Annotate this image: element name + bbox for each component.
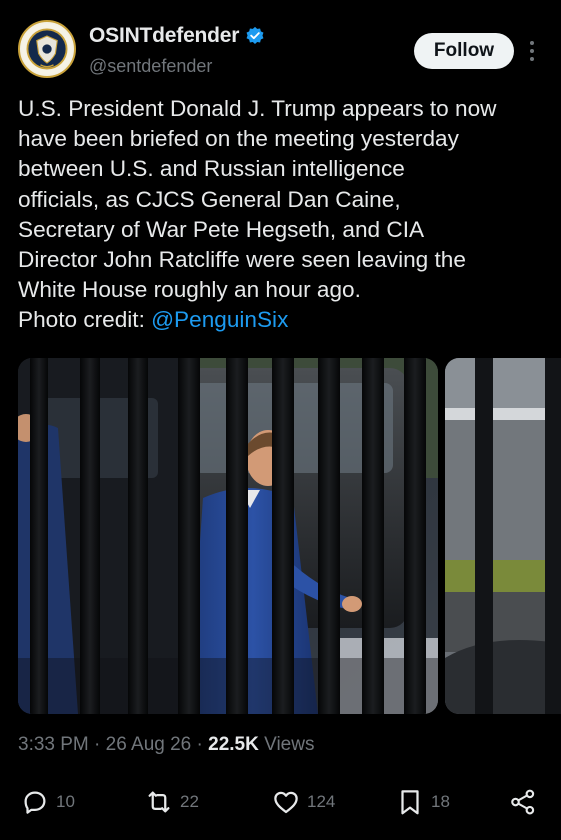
views-count[interactable]: 22.5K [208,734,259,755]
photo-man-behind-fence [18,358,438,714]
avatar[interactable] [18,20,76,78]
photo-credit-line: Photo credit: @PenguinSix [18,305,548,335]
follow-button[interactable]: Follow [414,33,514,69]
reply-icon [24,791,46,814]
author-display-name[interactable]: OSINTdefender [89,24,239,48]
more-vertical-icon[interactable] [524,36,540,66]
author-name-row: OSINTdefender [89,24,265,48]
credit-mention-link[interactable]: @PenguinSix [151,307,288,332]
shield-seal-icon [21,23,73,75]
tweet-text-line: officials, as CJCS General Dan Caine, [18,186,401,212]
share-button[interactable] [508,782,538,822]
views-label: Views [258,734,315,755]
bookmark-count: 18 [431,792,450,811]
bookmark-button[interactable]: 18 [395,782,450,822]
tweet-body: U.S. President Donald J. Trump appears t… [18,94,548,336]
share-icon [511,789,535,815]
bookmark-icon [401,790,419,815]
tweet-text-line: between U.S. and Russian intelligence [18,156,405,182]
like-button[interactable]: 124 [271,782,335,822]
tweet-text-line: have been briefed on the meeting yesterd… [18,126,459,152]
tweet-text-line: U.S. President Donald J. Trump appears t… [18,96,497,121]
tweet-text-line: Secretary of War Pete Hegseth, and CIA [18,216,425,242]
tweet-date[interactable]: 26 Aug 26 [106,734,192,755]
author-handle[interactable]: @sentdefender [89,56,212,77]
tweet-text-line: White House roughly an hour ago. [18,277,361,303]
repost-icon [148,791,170,813]
verified-badge-icon [246,26,264,44]
tweet-header: OSINTdefender @sentdefender Follow [18,18,548,84]
like-count: 124 [307,792,336,811]
reply-button[interactable]: 10 [20,782,75,822]
heart-icon [274,791,298,814]
meta-separator: · [88,734,106,755]
reply-count: 10 [56,792,75,811]
photo-fence-second [445,358,561,714]
tweet-action-bar: 10 22 124 18 [0,782,561,822]
tweet-photo-second[interactable] [445,358,561,714]
tweet-meta: 3:33 PM · 26 Aug 26 · 22.5K Views [18,734,314,756]
repost-count: 22 [180,792,199,811]
photo-credit-label: Photo credit: [18,307,152,333]
tweet-photo-main[interactable] [18,358,438,714]
tweet-text-line: Director John Ratcliffe were seen leavin… [18,247,466,273]
meta-separator: · [191,734,209,755]
tweet-time[interactable]: 3:33 PM [18,734,89,755]
repost-button[interactable]: 22 [144,782,199,822]
